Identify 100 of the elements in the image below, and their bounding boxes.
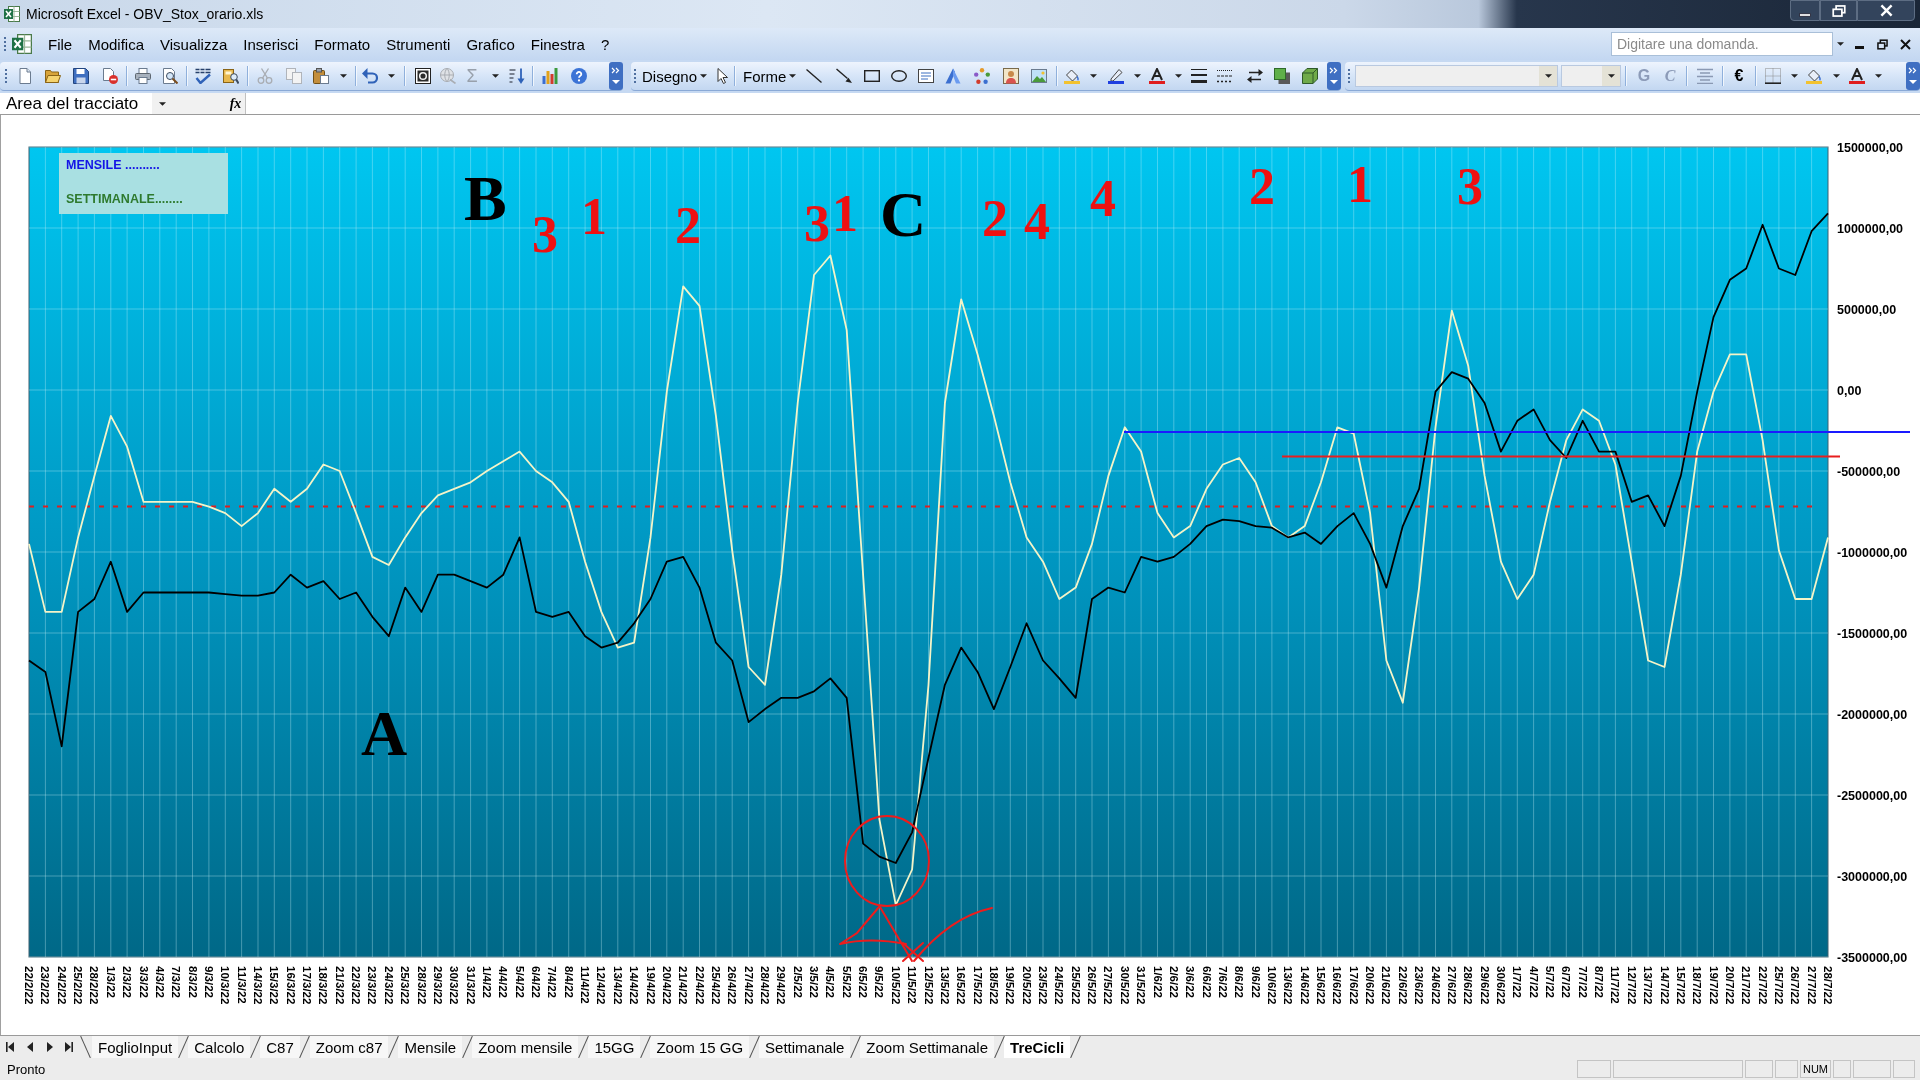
first-sheet-icon[interactable]	[6, 1042, 14, 1052]
pointer-icon[interactable]	[714, 68, 730, 84]
cube-icon[interactable]	[1302, 68, 1318, 84]
menu-item[interactable]: ?	[592, 32, 618, 56]
tilted-letter-icon[interactable]	[945, 68, 961, 84]
open-folder-icon[interactable]	[44, 68, 61, 84]
grip-icon[interactable]	[1347, 68, 1351, 84]
text-box-icon[interactable]	[918, 68, 934, 84]
sheet-tab[interactable]: FoglioInput	[92, 1036, 179, 1058]
grip-icon[interactable]	[3, 36, 7, 52]
caret-icon[interactable]	[1874, 74, 1882, 78]
function-button[interactable]: fx	[226, 93, 245, 114]
x-axis-label: 3/6/22	[1184, 966, 1197, 998]
landscape-picture-icon[interactable]	[1031, 68, 1047, 84]
restore-icon[interactable]	[1877, 38, 1888, 50]
menu-item[interactable]: Grafico	[458, 32, 523, 56]
shadow-icon[interactable]	[1274, 68, 1290, 84]
sort-icon[interactable]	[509, 68, 525, 84]
x-axis-label: 19/4/22	[644, 966, 657, 1005]
sheet-tab[interactable]: TreCicli	[1004, 1036, 1071, 1058]
formula-field[interactable]	[245, 93, 1920, 114]
dash-style-icon[interactable]	[1217, 68, 1233, 84]
paint-bucket-icon[interactable]	[1806, 68, 1822, 84]
close-button[interactable]	[1857, 0, 1915, 21]
pen-icon[interactable]	[1108, 68, 1124, 84]
font-color-icon[interactable]	[1149, 68, 1165, 84]
bar-chart-icon[interactable]	[542, 68, 558, 84]
minimize-button[interactable]	[1790, 0, 1820, 21]
new-document-icon[interactable]	[17, 68, 33, 84]
previous-sheet-icon[interactable]	[27, 1042, 33, 1052]
chevron-icon[interactable]	[1327, 62, 1341, 90]
grip-icon[interactable]	[633, 68, 637, 84]
x-axis-label: 23/5/22	[1037, 966, 1049, 1005]
currency-button[interactable]: €	[1727, 64, 1751, 88]
caret-icon[interactable]	[1174, 74, 1182, 78]
sheet-tab[interactable]: Zoom 15 GG	[650, 1036, 750, 1058]
line-weight-icon[interactable]	[1191, 68, 1207, 84]
last-sheet-icon[interactable]	[65, 1042, 73, 1052]
font-color-icon[interactable]	[1849, 68, 1865, 84]
next-sheet-icon[interactable]	[47, 1042, 53, 1052]
book-magnifier-icon[interactable]	[222, 68, 239, 84]
caret-icon[interactable]	[1790, 74, 1798, 78]
sheet-tab[interactable]: Zoom mensile	[472, 1036, 579, 1058]
rectangle-icon[interactable]	[864, 68, 880, 84]
menu-item[interactable]: Inserisci	[235, 32, 307, 56]
sheet-tab[interactable]: 15GG	[588, 1036, 641, 1058]
paint-bucket-icon[interactable]	[1064, 68, 1080, 84]
x-axis-label: 8/3/22	[186, 966, 199, 998]
print-icon[interactable]	[135, 68, 151, 84]
restore-button[interactable]	[1820, 0, 1857, 21]
dot-ring-icon[interactable]	[974, 68, 990, 84]
caret-icon[interactable]	[387, 74, 395, 78]
arrow-icon[interactable]	[836, 68, 852, 84]
menu-item[interactable]: Strumenti	[378, 32, 459, 56]
x-axis-label: 10/3/22	[219, 966, 232, 1005]
minimize-icon[interactable]	[1855, 45, 1864, 49]
caret-icon[interactable]	[1089, 74, 1097, 78]
menu-item[interactable]: File	[40, 32, 81, 56]
help-search-field[interactable]: Digitare una domanda.	[1611, 32, 1833, 56]
caret-icon[interactable]	[158, 101, 166, 106]
save-icon[interactable]	[73, 68, 89, 84]
framed-ring-icon[interactable]	[415, 68, 431, 84]
sheet-tab[interactable]: Settimanale	[759, 1036, 851, 1058]
clipboard-icon[interactable]	[313, 68, 329, 84]
line-icon[interactable]	[806, 68, 822, 84]
name-box[interactable]: Area del tracciato	[0, 93, 152, 114]
spreadsheet-icon[interactable]	[12, 34, 32, 54]
caret-icon	[789, 74, 797, 78]
undo-icon[interactable]	[362, 68, 378, 84]
menu-item[interactable]: Visualizza	[152, 32, 236, 56]
caret-icon[interactable]	[1837, 42, 1844, 46]
spellcheck-icon[interactable]	[195, 68, 211, 84]
x-axis-label: 15/7/22	[1674, 966, 1687, 1005]
grip-icon[interactable]	[4, 68, 8, 84]
caret-icon[interactable]	[1133, 74, 1141, 78]
menu-item[interactable]: Formato	[306, 32, 379, 56]
chevron-icon[interactable]	[609, 62, 623, 90]
borders-icon[interactable]	[1765, 68, 1781, 84]
x-axis-label: 20/5/22	[1020, 966, 1033, 1005]
sheet-tab[interactable]: C87	[260, 1036, 300, 1058]
chevron-icon[interactable]	[1906, 62, 1920, 90]
x-axis-label: 15/3/22	[268, 966, 281, 1005]
sheet-tab[interactable]: Zoom c87	[309, 1036, 389, 1058]
ellipse-icon[interactable]	[891, 68, 907, 84]
close-icon[interactable]	[1900, 38, 1911, 50]
caret-icon[interactable]	[339, 74, 347, 78]
sheet-tab[interactable]: Mensile	[398, 1036, 463, 1058]
sheet-tab[interactable]: Zoom Settimanale	[860, 1036, 995, 1058]
portrait-frame-icon[interactable]	[1003, 68, 1019, 84]
document-blocked-icon[interactable]	[101, 68, 118, 84]
menu-item[interactable]: Modifica	[80, 32, 153, 56]
double-arrow-icon[interactable]	[1247, 68, 1263, 84]
caret-icon[interactable]	[1832, 74, 1840, 78]
sheet-tab[interactable]: Calcolo	[188, 1036, 251, 1058]
drawing-menu-button[interactable]: Disegno	[639, 64, 713, 88]
print-preview-icon[interactable]	[162, 68, 178, 84]
drawing-menu-button[interactable]: Forme	[739, 64, 799, 88]
help-icon[interactable]	[571, 68, 587, 84]
menu-item[interactable]: Finestra	[522, 32, 593, 56]
caret-icon[interactable]	[491, 74, 499, 78]
